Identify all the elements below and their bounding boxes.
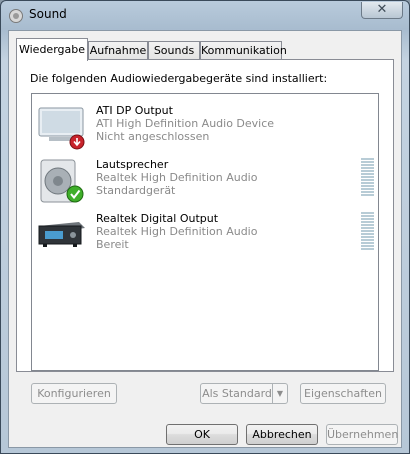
- device-name: Lautsprecher: [96, 158, 169, 171]
- tab-panel: Die folgenden Audiowiedergabegeräte sind…: [16, 59, 394, 372]
- device-name: Realtek Digital Output: [96, 212, 219, 225]
- panel-description: Die folgenden Audiowiedergabegeräte sind…: [30, 72, 328, 85]
- device-driver: ATI High Definition Audio Device: [96, 117, 275, 130]
- list-item[interactable]: Lautsprecher Realtek High Definition Aud…: [32, 158, 378, 210]
- window-title: Sound: [29, 7, 67, 21]
- set-default-label: Als Standard: [202, 387, 272, 400]
- close-icon: ✕: [376, 2, 388, 17]
- device-list[interactable]: ATI DP Output ATI High Definition Audio …: [31, 93, 379, 371]
- volume-meter: [361, 212, 374, 252]
- device-driver: Realtek High Definition Audio: [96, 171, 258, 184]
- tab-kommunikation[interactable]: Kommunikation: [200, 41, 287, 60]
- device-driver: Realtek High Definition Audio: [96, 225, 258, 238]
- device-status: Nicht angeschlossen: [96, 130, 210, 143]
- tab-sounds[interactable]: Sounds: [148, 41, 200, 60]
- speaker-app-icon: [9, 9, 23, 23]
- properties-button[interactable]: Eigenschaften: [300, 383, 386, 404]
- sound-dialog: Sound ✕ Wiedergabe Aufnahme Sounds Kommu…: [0, 0, 410, 454]
- dialog-client: Wiedergabe Aufnahme Sounds Kommunikation…: [8, 30, 402, 448]
- device-status: Standardgerät: [96, 184, 176, 197]
- tab-wiedergabe[interactable]: Wiedergabe: [16, 38, 88, 61]
- list-item[interactable]: Realtek Digital Output Realtek High Defi…: [32, 212, 378, 264]
- digital-output-device-icon: [38, 222, 85, 247]
- apply-button[interactable]: Übernehmen: [326, 424, 398, 445]
- title-bar[interactable]: Sound ✕: [1, 1, 409, 29]
- ok-button[interactable]: OK: [166, 424, 238, 445]
- device-status: Bereit: [96, 238, 129, 251]
- tab-aufnahme[interactable]: Aufnahme: [88, 41, 148, 60]
- speaker-default-icon: [40, 159, 84, 203]
- configure-button[interactable]: Konfigurieren: [31, 383, 117, 404]
- chevron-down-icon[interactable]: ▼: [272, 384, 287, 403]
- volume-meter: [361, 158, 374, 198]
- cancel-button[interactable]: Abbrechen: [246, 424, 318, 445]
- monitor-disconnected-icon: [38, 107, 85, 150]
- set-default-button[interactable]: Als Standard ▼: [200, 383, 288, 404]
- close-button[interactable]: ✕: [361, 2, 403, 19]
- list-item[interactable]: ATI DP Output ATI High Definition Audio …: [32, 104, 378, 156]
- device-name: ATI DP Output: [96, 104, 173, 117]
